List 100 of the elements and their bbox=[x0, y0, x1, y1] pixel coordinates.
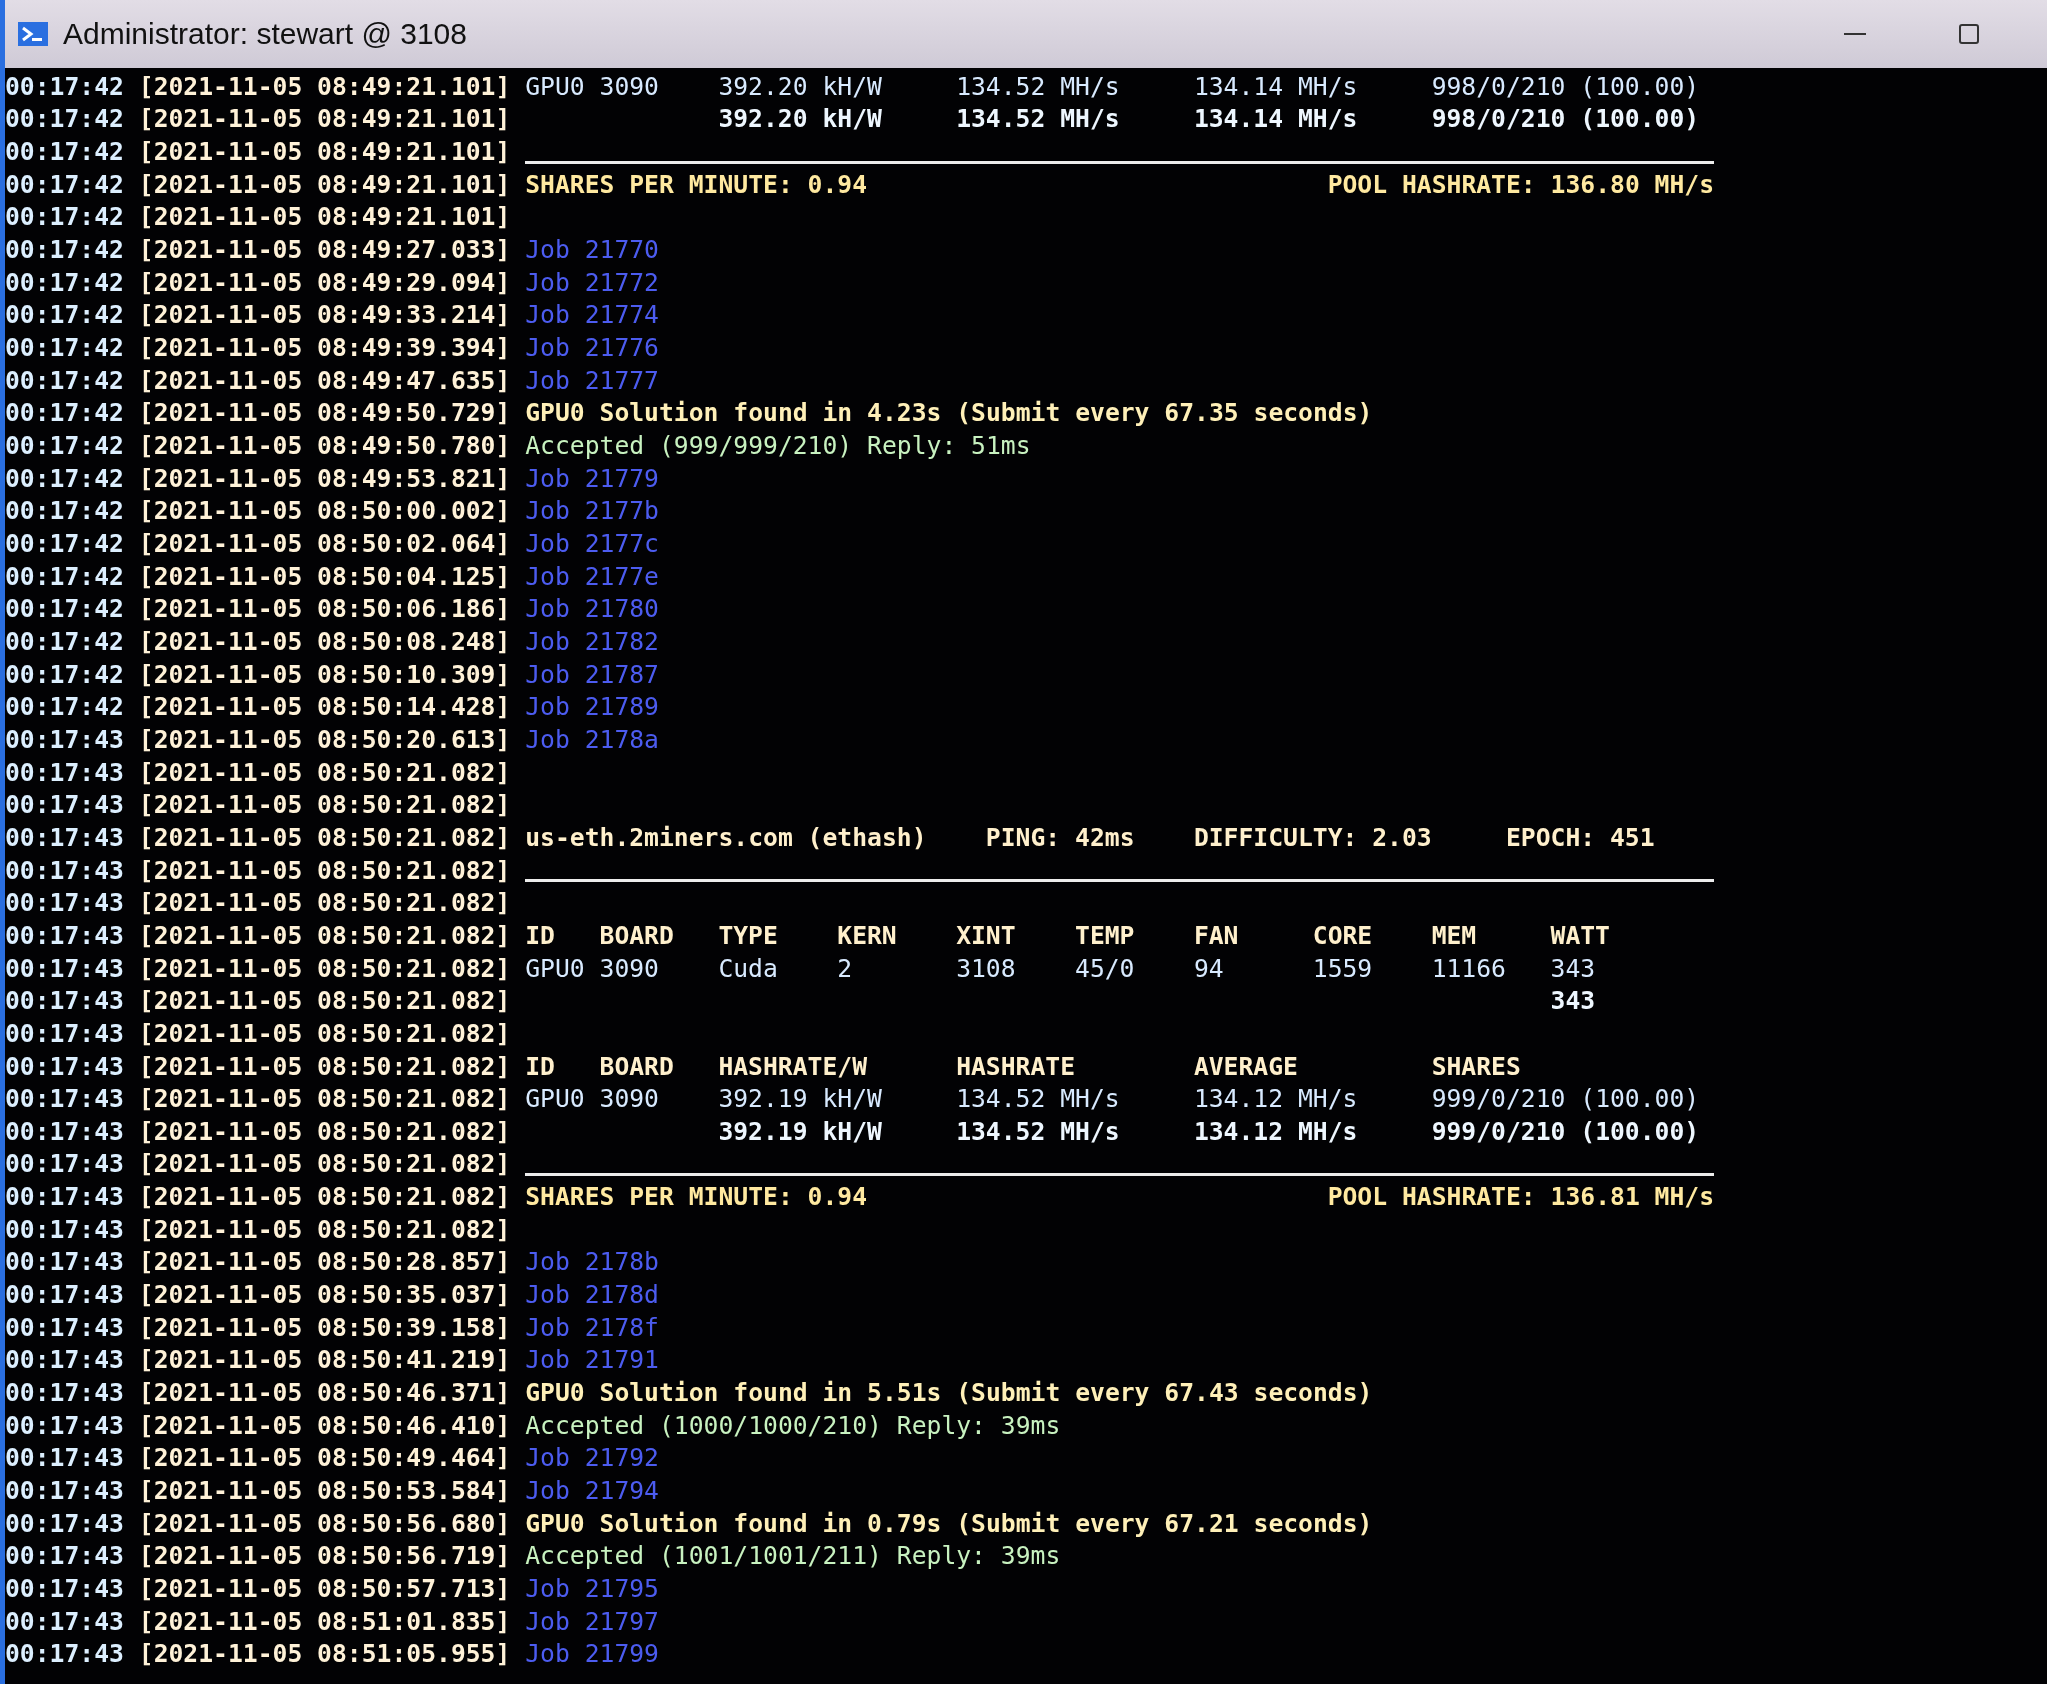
column-header: TYPE bbox=[718, 920, 778, 950]
column-header: SHARES bbox=[1431, 1051, 1521, 1081]
summary-text: SHARES PER MINUTE: 0.94 bbox=[525, 169, 867, 199]
timestamp-text: [2021-11-05 08:50:00.002] bbox=[138, 496, 511, 526]
job-text: Job 21780 bbox=[525, 594, 659, 624]
time-text: 00:17:43 bbox=[5, 1476, 124, 1506]
time-text: 00:17:42 bbox=[5, 300, 124, 330]
time-text: 00:17:42 bbox=[5, 561, 124, 591]
column-header: CORE bbox=[1312, 920, 1373, 950]
column-header: WATT bbox=[1550, 920, 1610, 950]
time-text: 00:17:43 bbox=[5, 953, 124, 983]
table-cell: 134.52 MH/s bbox=[956, 104, 1120, 134]
time-text: 00:17:43 bbox=[5, 822, 124, 852]
summary-text: SHARES PER MINUTE: 0.94 bbox=[525, 1182, 867, 1212]
time-text: 00:17:42 bbox=[5, 529, 124, 558]
job-text: Job 21791 bbox=[525, 1345, 659, 1375]
table-cell: 3108 bbox=[956, 953, 1016, 983]
summary-text: POOL HASHRATE: 136.81 MH/s bbox=[1327, 1182, 1714, 1212]
solution-text: GPU0 Solution found in 4.23s (Submit every 67.35 seconds) bbox=[525, 398, 1373, 428]
table-cell: 94 bbox=[1193, 953, 1224, 983]
job-text: Job 21794 bbox=[525, 1476, 659, 1506]
job-text: Job 21795 bbox=[525, 1574, 659, 1603]
time-text: 00:17:43 bbox=[5, 1018, 124, 1048]
job-text: Job 21789 bbox=[525, 692, 659, 722]
window-title: Administrator: stewart @ 3108 bbox=[63, 17, 467, 51]
time-text: 00:17:43 bbox=[5, 1345, 124, 1375]
table-cell: 1559 bbox=[1312, 953, 1373, 983]
time-text: 00:17:43 bbox=[5, 1378, 124, 1408]
pool-info-text: PING: 42ms bbox=[985, 822, 1135, 852]
pool-info-text: us-eth.2miners.com (ethash) bbox=[525, 822, 927, 852]
timestamp-text: [2021-11-05 08:50:21.082] bbox=[138, 855, 511, 885]
time-text: 00:17:42 bbox=[5, 202, 124, 232]
table-cell: 343 bbox=[1550, 986, 1596, 1016]
column-header: HASHRATE bbox=[956, 1051, 1075, 1081]
column-header: MEM bbox=[1431, 920, 1477, 950]
column-header: BOARD bbox=[599, 920, 674, 950]
table-cell: 999/0/210 (100.00) bbox=[1431, 1116, 1700, 1146]
table-cell: 2 bbox=[837, 953, 853, 983]
job-text: Job 21770 bbox=[525, 235, 659, 265]
timestamp-text: [2021-11-05 08:50:21.082] bbox=[138, 986, 511, 1016]
solution-text: GPU0 Solution found in 0.79s (Submit every 67.21 seconds) bbox=[525, 1508, 1373, 1538]
terminal-icon bbox=[17, 21, 49, 47]
table-cell: 134.52 MH/s bbox=[956, 71, 1120, 101]
column-header: ID bbox=[525, 920, 555, 950]
column-header: ID bbox=[525, 1051, 555, 1081]
job-text: Job 21797 bbox=[525, 1606, 659, 1636]
timestamp-text: [2021-11-05 08:50:21.082] bbox=[138, 1116, 511, 1146]
time-text: 00:17:43 bbox=[5, 1312, 124, 1342]
time-text: 00:17:43 bbox=[5, 1051, 124, 1081]
table-cell: 45/0 bbox=[1075, 953, 1135, 983]
job-text: Job 21782 bbox=[525, 627, 659, 656]
accepted-text: Accepted (1001/1001/211) Reply: 39ms bbox=[525, 1541, 1061, 1571]
table-cell: GPU0 bbox=[525, 953, 585, 983]
time-text: 00:17:42 bbox=[5, 627, 124, 656]
timestamp-text: [2021-11-05 08:50:20.613] bbox=[138, 724, 511, 754]
time-text: 00:17:43 bbox=[5, 790, 124, 820]
column-header: BOARD bbox=[599, 1051, 674, 1081]
timestamp-text: [2021-11-05 08:49:39.394] bbox=[138, 333, 511, 363]
table-cell: 3090 bbox=[599, 71, 659, 101]
time-text: 00:17:43 bbox=[5, 1182, 124, 1212]
table-cell: 392.19 kH/W bbox=[718, 1084, 882, 1114]
time-text: 00:17:43 bbox=[5, 1443, 124, 1473]
timestamp-text: [2021-11-05 08:50:21.082] bbox=[138, 888, 511, 918]
job-text: Job 2178a bbox=[525, 724, 659, 754]
job-text: Job 21779 bbox=[525, 463, 659, 493]
timestamp-text: [2021-11-05 08:50:56.719] bbox=[138, 1541, 511, 1571]
time-text: 00:17:43 bbox=[5, 1541, 124, 1571]
timestamp-text: [2021-11-05 08:50:21.082] bbox=[138, 790, 511, 820]
pool-info-text: EPOCH: 451 bbox=[1505, 822, 1655, 852]
job-text: Job 2177c bbox=[525, 529, 659, 558]
timestamp-text: [2021-11-05 08:50:04.125] bbox=[138, 561, 511, 591]
job-text: Job 21799 bbox=[525, 1639, 659, 1669]
time-text: 00:17:42 bbox=[5, 333, 124, 363]
timestamp-text: [2021-11-05 08:50:39.158] bbox=[138, 1312, 511, 1342]
time-text: 00:17:42 bbox=[5, 431, 124, 461]
table-cell: 134.12 MH/s bbox=[1193, 1116, 1358, 1146]
timestamp-text: [2021-11-05 08:50:46.371] bbox=[138, 1378, 511, 1408]
timestamp-text: [2021-11-05 08:50:35.037] bbox=[138, 1280, 511, 1310]
timestamp-text: [2021-11-05 08:50:53.584] bbox=[138, 1476, 511, 1506]
table-cell: 134.12 MH/s bbox=[1193, 1084, 1358, 1114]
timestamp-text: [2021-11-05 08:50:10.309] bbox=[138, 659, 511, 689]
timestamp-text: [2021-11-05 08:50:02.064] bbox=[138, 529, 511, 558]
timestamp-text: [2021-11-05 08:49:50.729] bbox=[138, 398, 511, 428]
timestamp-text: [2021-11-05 08:50:06.186] bbox=[138, 594, 511, 624]
timestamp-text: [2021-11-05 08:50:21.082] bbox=[138, 757, 511, 787]
timestamp-text: [2021-11-05 08:50:21.082] bbox=[138, 920, 511, 950]
table-cell: 392.19 kH/W bbox=[718, 1116, 882, 1146]
table-cell: 134.14 MH/s bbox=[1193, 71, 1358, 101]
table-cell: 998/0/210 (100.00) bbox=[1431, 104, 1700, 134]
job-text: Job 2178f bbox=[525, 1312, 659, 1342]
timestamp-text: [2021-11-05 08:50:21.082] bbox=[138, 1214, 511, 1244]
time-text: 00:17:42 bbox=[5, 594, 124, 624]
timestamp-text: [2021-11-05 08:50:21.082] bbox=[138, 822, 511, 852]
job-text: Job 2178b bbox=[525, 1247, 659, 1277]
column-header: XINT bbox=[956, 920, 1016, 950]
timestamp-text: [2021-11-05 08:51:01.835] bbox=[138, 1606, 511, 1636]
time-text: 00:17:43 bbox=[5, 1508, 124, 1538]
accepted-text: Accepted (1000/1000/210) Reply: 39ms bbox=[525, 1410, 1061, 1440]
timestamp-text: [2021-11-05 08:50:56.680] bbox=[138, 1508, 511, 1538]
timestamp-text: [2021-11-05 08:50:49.464] bbox=[138, 1443, 511, 1473]
